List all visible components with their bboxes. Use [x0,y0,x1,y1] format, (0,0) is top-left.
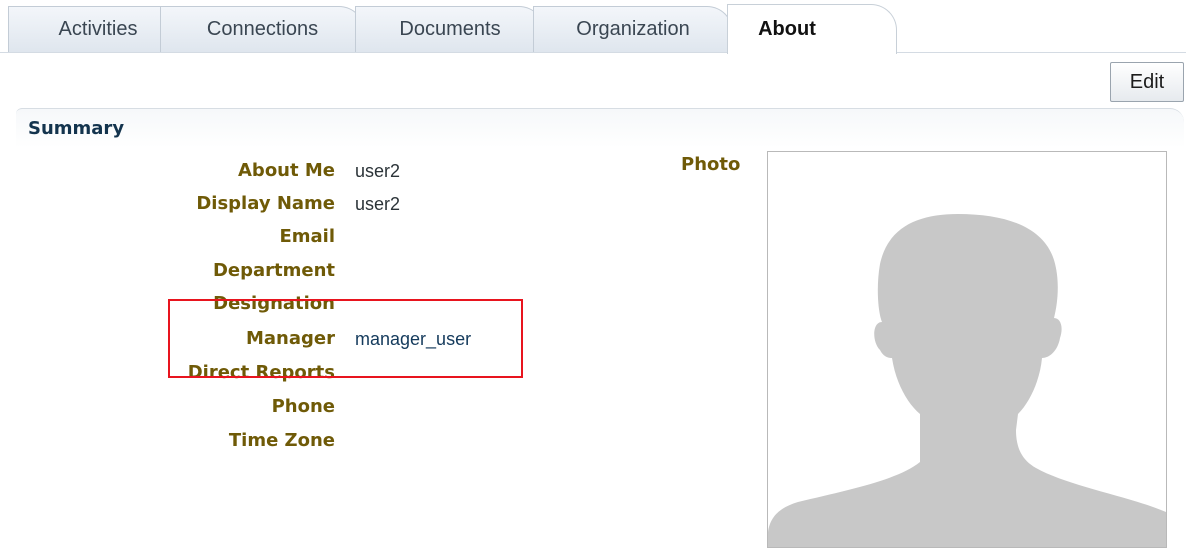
tab-documents[interactable]: Documents [355,6,545,52]
tab-divider [0,52,1186,53]
photo-label: Photo [681,154,741,175]
field-label-time-zone: Time Zone [228,430,335,451]
field-label-display-name: Display Name [196,193,335,214]
summary-panel-header [16,108,1184,148]
tab-bar: Activities Connections Documents Organiz… [0,0,1186,54]
edit-button[interactable]: Edit [1110,62,1184,102]
field-label-department: Department [212,260,335,281]
profile-photo [767,151,1167,548]
avatar-silhouette-icon [768,214,1166,547]
summary-title: Summary [28,118,125,139]
tab-label: Documents [399,18,501,40]
tab-label: About [758,18,816,40]
tab-about[interactable]: About [727,4,897,54]
field-label-phone: Phone [271,396,335,417]
field-value-about-me: user2 [355,161,401,181]
tab-label: Organization [576,18,690,40]
field-value-display-name: user2 [355,194,401,214]
field-label-about-me: About Me [238,160,335,181]
field-label-email: Email [279,226,335,247]
tab-connections[interactable]: Connections [160,6,365,52]
tab-label: Connections [206,18,319,40]
tab-organization[interactable]: Organization [533,6,733,52]
highlight-box [168,299,523,378]
